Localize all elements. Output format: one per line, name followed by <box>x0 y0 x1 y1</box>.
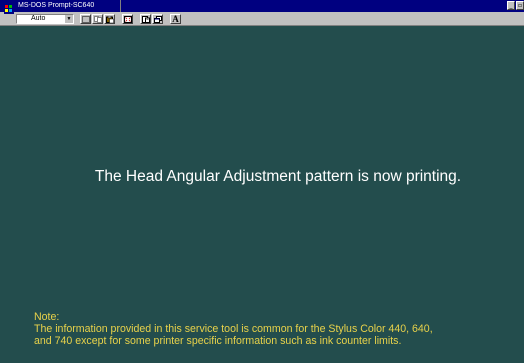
paste-icon[interactable] <box>104 14 115 24</box>
font-button-label: A <box>172 14 179 24</box>
ms-dos-icon[interactable] <box>4 1 14 14</box>
note-heading: Note: <box>34 311 60 323</box>
title-bar[interactable]: MS-DOS Prompt-SC640 _ ▫ <box>0 0 524 14</box>
note-block: Note: The information provided in this s… <box>34 311 522 347</box>
note-line-2: and 740 except for some printer specific… <box>34 335 402 347</box>
ms-dos-window: MS-DOS Prompt-SC640 _ ▫ Auto ▼ A The Hea… <box>0 0 524 363</box>
copy-icon[interactable] <box>92 14 103 24</box>
printing-status-message: The Head Angular Adjustment pattern is n… <box>94 168 462 185</box>
window-controls: _ ▫ <box>507 1 524 10</box>
font-size-value: Auto <box>31 15 46 22</box>
toolbar: Auto ▼ A <box>0 12 524 26</box>
chevron-down-icon[interactable]: ▼ <box>64 15 73 23</box>
note-line-1: The information provided in this service… <box>34 323 433 335</box>
font-icon[interactable]: A <box>170 14 181 24</box>
console-screen[interactable]: The Head Angular Adjustment pattern is n… <box>0 26 524 363</box>
properties-icon[interactable] <box>140 14 151 24</box>
font-size-select[interactable]: Auto ▼ <box>16 14 74 24</box>
restore-icon[interactable]: ▫ <box>516 1 524 10</box>
window-title: MS-DOS Prompt-SC640 <box>18 2 95 9</box>
mark-icon[interactable] <box>80 14 91 24</box>
full-screen-icon[interactable] <box>122 14 133 24</box>
background-icon[interactable] <box>152 14 163 24</box>
minimize-icon[interactable]: _ <box>507 1 515 10</box>
